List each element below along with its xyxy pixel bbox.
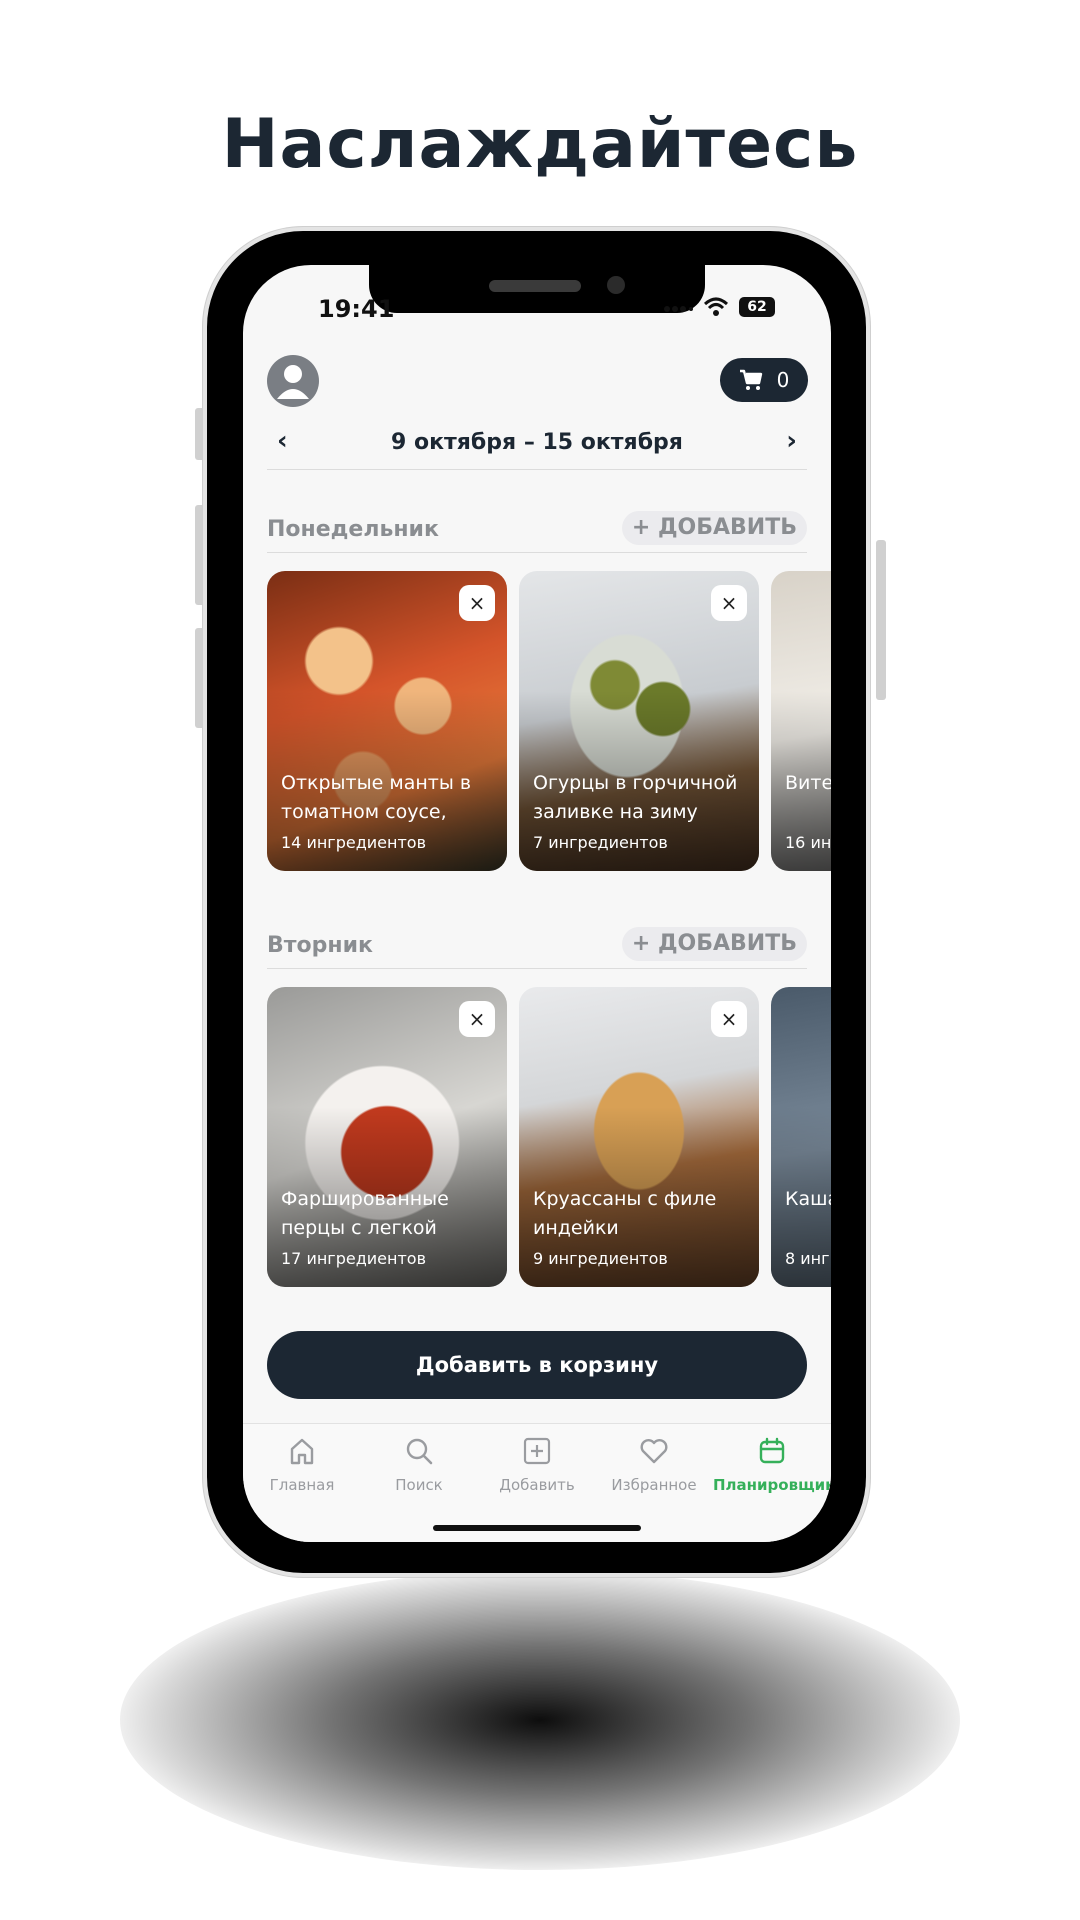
home-indicator (433, 1525, 641, 1531)
search-icon (406, 1438, 433, 1465)
cart-count: 0 (776, 368, 790, 392)
recipe-card[interactable]: × Открытые манты в томатном соусе, 14 ин… (267, 571, 507, 871)
recipe-title: Круассаны с филе индейки (533, 1188, 717, 1239)
recipe-title: Вите (785, 772, 831, 794)
add-square-icon (523, 1437, 551, 1465)
wifi-icon (703, 297, 729, 316)
ingredient-count: 8 инг (785, 1249, 830, 1268)
tab-label: Поиск (395, 1476, 443, 1494)
promo-headline: Наслаждайтесь (221, 105, 859, 184)
week-range: 9 октября – 15 октября (391, 430, 683, 455)
tab-label: Главная (269, 1476, 335, 1494)
tab-add[interactable]: Добавить (478, 1436, 596, 1494)
profile-avatar[interactable] (267, 355, 319, 407)
status-indicators: 62 (663, 297, 775, 317)
ingredient-count: 16 инг (785, 833, 831, 852)
battery-indicator: 62 (739, 297, 775, 317)
phone-power-button (876, 540, 886, 700)
ingredient-count: 14 ингредиентов (281, 833, 427, 852)
tab-planner[interactable]: Планировщик (713, 1436, 831, 1494)
cart-icon (739, 369, 762, 390)
ingredient-count: 9 ингредиентов (533, 1249, 668, 1268)
add-to-cart-button[interactable]: Добавить в корзину (267, 1331, 807, 1399)
ingredient-count: 7 ингредиентов (533, 833, 668, 852)
close-icon[interactable]: × (459, 1001, 495, 1037)
phone-shadow (120, 1570, 960, 1870)
tab-home[interactable]: Главная (243, 1436, 361, 1494)
week-selector: ‹ 9 октября – 15 октября › (267, 420, 807, 470)
recipe-card[interactable]: Вите 16 инг (771, 571, 831, 871)
recipe-title: Открытые манты в томатном соусе, (281, 772, 472, 823)
day-name: Вторник (267, 933, 373, 958)
recipe-card[interactable]: × Фаршированные перцы с легкой 17 ингред… (267, 987, 507, 1287)
tab-search[interactable]: Поиск (360, 1436, 478, 1494)
calendar-icon (759, 1437, 785, 1464)
close-icon[interactable]: × (459, 585, 495, 621)
close-icon[interactable]: × (711, 1001, 747, 1037)
user-icon (277, 365, 309, 399)
home-icon (290, 1438, 314, 1465)
signal-icon (664, 306, 693, 312)
recipe-card[interactable]: × Огурцы в горчичной заливке на зиму 7 и… (519, 571, 759, 871)
phone-screen: 19:41 62 0 ‹ 9 октября – 15 октября › По… (243, 265, 831, 1542)
recipe-card[interactable]: × Круассаны с филе индейки 9 ингредиенто… (519, 987, 759, 1287)
close-icon[interactable]: × (711, 585, 747, 621)
tab-label: Добавить (499, 1476, 575, 1494)
add-recipe-button[interactable]: + ДОБАВИТЬ (621, 927, 807, 961)
tab-label: Избранное (611, 1476, 697, 1494)
heart-icon (640, 1439, 668, 1464)
day-header-tuesday: Вторник + ДОБАВИТЬ (267, 921, 807, 969)
chevron-right-icon[interactable]: › (786, 426, 797, 456)
front-camera (607, 276, 625, 294)
notch (369, 265, 705, 313)
recipe-row-tuesday: × Фаршированные перцы с легкой 17 ингред… (267, 987, 831, 1287)
speaker-grille (489, 280, 581, 292)
day-header-monday: Понедельник + ДОБАВИТЬ (267, 505, 807, 553)
recipe-row-monday: × Открытые манты в томатном соусе, 14 ин… (267, 571, 831, 871)
recipe-title: Каша круп (785, 1188, 831, 1210)
recipe-title: Фаршированные перцы с легкой (281, 1188, 449, 1239)
ingredient-count: 17 ингредиентов (281, 1249, 427, 1268)
tab-label: Планировщик (713, 1476, 831, 1494)
status-time: 19:41 (318, 295, 395, 323)
cart-button[interactable]: 0 (720, 358, 808, 402)
recipe-title: Огурцы в горчичной заливке на зиму (533, 772, 738, 823)
tab-favorites[interactable]: Избранное (595, 1436, 713, 1494)
recipe-card[interactable]: Каша круп 8 инг (771, 987, 831, 1287)
add-recipe-button[interactable]: + ДОБАВИТЬ (621, 511, 807, 545)
day-name: Понедельник (267, 517, 439, 542)
